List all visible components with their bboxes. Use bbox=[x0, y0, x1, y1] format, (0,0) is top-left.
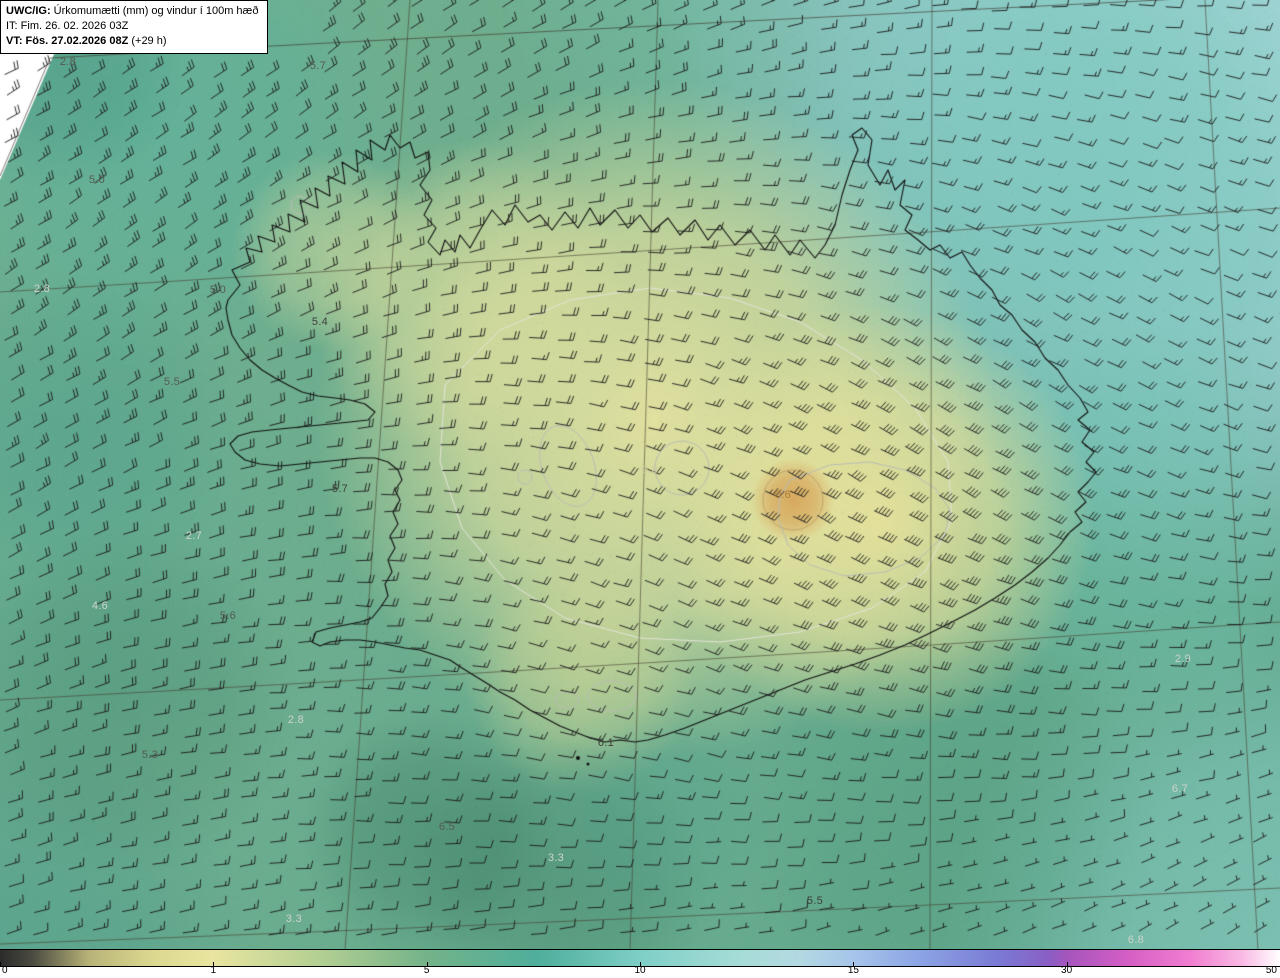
weather-map-app: 2.8 5.7 5.0 2.8 5.0 5.4 5.5 5.7 2.7 0.8 0.6 4.6 5.6 2… bbox=[0, 0, 1280, 978]
precipitation-wind-map-canvas bbox=[0, 0, 1280, 950]
colorbar-tick-mark bbox=[0, 962, 1, 966]
info-line-title: UWC/IG: Úrkomumætti (mm) og vindur í 100… bbox=[6, 4, 258, 19]
valid-time-offset: (+29 h) bbox=[128, 34, 167, 47]
forecast-info-box: UWC/IG: Úrkomumætti (mm) og vindur í 100… bbox=[0, 0, 269, 54]
valid-time-label: VT: Fös. 27.02.2026 08Z bbox=[6, 34, 129, 47]
info-line-valid-time: VT: Fös. 27.02.2026 08Z (+29 h) bbox=[6, 34, 258, 49]
colorbar: 0 1 5 10 15 30 50 bbox=[0, 949, 1280, 978]
product-title-text: Úrkomumætti (mm) og vindur í 100m hæð bbox=[50, 5, 259, 17]
colorbar-tick-label: 50 bbox=[1265, 965, 1277, 976]
colorbar-tick-label: 5 bbox=[423, 965, 430, 976]
product-id-label: UWC/IG: bbox=[6, 5, 51, 17]
colorbar-tick-label: 1 bbox=[210, 965, 217, 976]
info-line-init-time: IT: Fim. 26. 02. 2026 03Z bbox=[6, 19, 129, 32]
colorbar-tick-label: 30 bbox=[1061, 965, 1073, 976]
colorbar-tick-label: 15 bbox=[847, 965, 859, 976]
colorbar-tick-label: 0 bbox=[2, 965, 8, 976]
colorbar-tick-row: 0 1 5 10 15 30 50 bbox=[0, 962, 1280, 978]
colorbar-tick-label: 10 bbox=[634, 965, 646, 976]
